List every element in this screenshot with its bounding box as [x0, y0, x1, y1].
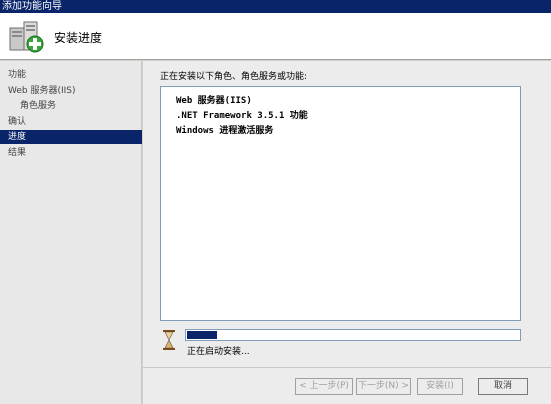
step-progress[interactable]: 进度: [0, 130, 142, 144]
wizard-header: 安装进度: [0, 13, 551, 60]
list-item: Windows 进程激活服务: [176, 126, 274, 136]
window-title: 添加功能向导: [0, 0, 551, 13]
step-web-server[interactable]: Web 服务器(IIS): [0, 84, 142, 98]
step-results[interactable]: 结果: [0, 146, 142, 160]
install-status: 正在启动安装...: [187, 347, 250, 357]
install-button[interactable]: 安装(I): [417, 378, 463, 395]
list-item: .NET Framework 3.5.1 功能: [176, 111, 308, 121]
next-button[interactable]: 下一步(N) >: [356, 378, 411, 395]
step-role-services[interactable]: 角色服务: [0, 99, 142, 113]
list-item: Web 服务器(IIS): [176, 96, 252, 106]
page-title: 安装进度: [54, 31, 103, 45]
hourglass-icon: [163, 330, 175, 350]
wizard-footer: < 上一步(P) 下一步(N) > 安装(I) 取消: [143, 367, 551, 404]
install-list[interactable]: Web 服务器(IIS) .NET Framework 3.5.1 功能 Win…: [160, 86, 521, 321]
main-content: 正在安装以下角色、角色服务或功能: Web 服务器(IIS) .NET Fram…: [143, 61, 551, 367]
wizard-steps: 功能 Web 服务器(IIS) 角色服务 确认 进度 结果: [0, 61, 142, 404]
server-add-icon: [9, 21, 44, 53]
cancel-button[interactable]: 取消: [478, 378, 528, 395]
step-features[interactable]: 功能: [0, 68, 142, 82]
progress-fill: [187, 331, 217, 339]
install-progress-bar: [185, 329, 521, 341]
prev-button[interactable]: < 上一步(P): [295, 378, 353, 395]
step-confirm[interactable]: 确认: [0, 115, 142, 129]
install-intro: 正在安装以下角色、角色服务或功能:: [160, 72, 308, 82]
